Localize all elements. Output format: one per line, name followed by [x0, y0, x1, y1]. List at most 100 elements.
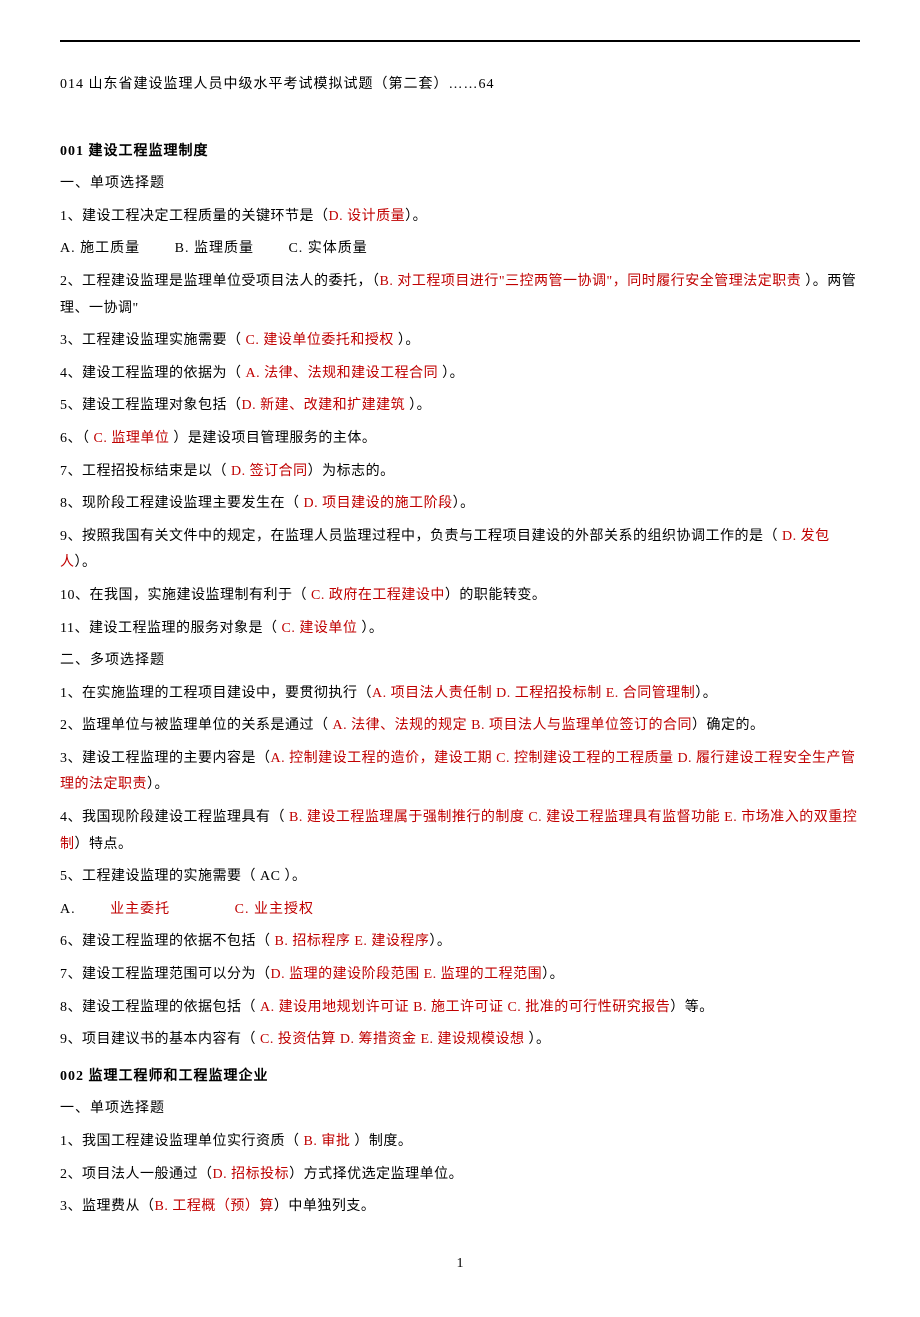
- s2-question-1: 1、我国工程建设监理单位实行资质（ B. 审批 ）制度。: [60, 1129, 860, 1156]
- multi-question-3: 3、建设工程监理的主要内容是（A. 控制建设工程的造价，建设工期 C. 控制建设…: [60, 746, 860, 799]
- s2q1-text: 1、我国工程建设监理单位实行资质（: [60, 1134, 304, 1149]
- multi-question-7: 7、建设工程监理范围可以分为（D. 监理的建设阶段范围 E. 监理的工程范围）。: [60, 962, 860, 989]
- q7-end: ）为标志的。: [308, 464, 395, 479]
- mq9-text: 9、项目建议书的基本内容有（: [60, 1032, 260, 1047]
- mq2-end: ）确定的。: [692, 718, 765, 733]
- toc-reference: 014 山东省建设监理人员中级水平考试模拟试题（第二套）……64: [60, 72, 860, 99]
- question-9: 9、按照我国有关文件中的规定，在监理人员监理过程中，负责与工程项目建设的外部关系…: [60, 524, 860, 577]
- q7-text: 7、工程招投标结束是以（: [60, 464, 231, 479]
- q1-text: 1、建设工程决定工程质量的关键环节是（: [60, 209, 329, 224]
- q2-answer: B. 对工程项目进行"三控两管一协调"，同时履行安全管理法定职责: [380, 274, 802, 289]
- q5-end: ）。: [405, 398, 431, 413]
- question-8: 8、现阶段工程建设监理主要发生在（ D. 项目建设的施工阶段）。: [60, 491, 860, 518]
- question-2: 2、工程建设监理是监理单位受项目法人的委托，（B. 对工程项目进行"三控两管一协…: [60, 269, 860, 322]
- mq1-answer: A. 项目法人责任制 D. 工程招投标制 E. 合同管理制: [372, 686, 695, 701]
- question-10: 10、在我国，实施建设监理制有利于（ C. 政府在工程建设中）的职能转变。: [60, 583, 860, 610]
- q9-end: ）。: [75, 555, 97, 570]
- q1-option-b: B. 监理质量: [175, 241, 254, 256]
- mq8-text: 8、建设工程监理的依据包括（: [60, 1000, 260, 1015]
- q8-text: 8、现阶段工程建设监理主要发生在（: [60, 496, 304, 511]
- mq4-text: 4、我国现阶段建设工程监理具有（: [60, 810, 289, 825]
- multi-question-9: 9、项目建议书的基本内容有（ C. 投资估算 D. 筹措资金 E. 建设规模设想…: [60, 1027, 860, 1054]
- mq5-options: A. 业主委托 C. 业主授权: [60, 897, 860, 924]
- s2-question-2: 2、项目法人一般通过（D. 招标投标）方式择优选定监理单位。: [60, 1162, 860, 1189]
- subsection-single-choice: 一、单项选择题: [60, 171, 860, 198]
- mq7-end: ）。: [542, 967, 564, 982]
- mq8-end: ）等。: [670, 1000, 714, 1015]
- section2-single-choice: 一、单项选择题: [60, 1096, 860, 1123]
- q8-end: ）。: [453, 496, 475, 511]
- q4-answer: A. 法律、法规和建设工程合同: [246, 366, 439, 381]
- s2q2-end: ）方式择优选定监理单位。: [289, 1167, 463, 1182]
- s2q1-answer: B. 审批: [304, 1134, 351, 1149]
- q3-text: 3、工程建设监理实施需要（: [60, 333, 246, 348]
- question-6: 6、（ C. 监理单位 ）是建设项目管理服务的主体。: [60, 426, 860, 453]
- multi-question-2: 2、监理单位与被监理单位的关系是通过（ A. 法律、法规的规定 B. 项目法人与…: [60, 713, 860, 740]
- mq1-text: 1、在实施监理的工程项目建设中，要贯彻执行（: [60, 686, 372, 701]
- question-1: 1、建设工程决定工程质量的关键环节是（D. 设计质量）。: [60, 204, 860, 231]
- q8-answer: D. 项目建设的施工阶段: [304, 496, 453, 511]
- mq1-end: ）。: [695, 686, 717, 701]
- mq2-text: 2、监理单位与被监理单位的关系是通过（: [60, 718, 333, 733]
- s2-question-3: 3、监理费从（B. 工程概（预）算）中单独列支。: [60, 1194, 860, 1221]
- mq2-answer: A. 法律、法规的规定 B. 项目法人与监理单位签订的合同: [333, 718, 692, 733]
- multi-question-6: 6、建设工程监理的依据不包括（ B. 招标程序 E. 建设程序）。: [60, 929, 860, 956]
- q5-answer: D. 新建、改建和扩建建筑: [242, 398, 406, 413]
- s2q3-text: 3、监理费从（: [60, 1199, 155, 1214]
- q1-option-c: C. 实体质量: [288, 241, 367, 256]
- mq5-text: 5、工程建设监理的实施需要（ AC ）。: [60, 869, 306, 884]
- q11-text: 11、建设工程监理的服务对象是（: [60, 621, 281, 636]
- mq6-text: 6、建设工程监理的依据不包括（: [60, 934, 275, 949]
- q7-answer: D. 签订合同: [231, 464, 308, 479]
- s2q3-answer: B. 工程概（预）算: [155, 1199, 274, 1214]
- q11-answer: C. 建设单位: [281, 621, 357, 636]
- s2q1-end: ）制度。: [350, 1134, 412, 1149]
- q4-text: 4、建设工程监理的依据为（: [60, 366, 246, 381]
- s2q3-end: ）中单独列支。: [274, 1199, 376, 1214]
- mq6-answer: B. 招标程序 E. 建设程序: [275, 934, 430, 949]
- q3-answer: C. 建设单位委托和授权: [246, 333, 394, 348]
- s2q2-text: 2、项目法人一般通过（: [60, 1167, 213, 1182]
- question-11: 11、建设工程监理的服务对象是（ C. 建设单位 ）。: [60, 616, 860, 643]
- question-7: 7、工程招投标结束是以（ D. 签订合同）为标志的。: [60, 459, 860, 486]
- q4-end: ）。: [438, 366, 464, 381]
- subsection-multi-choice: 二、多项选择题: [60, 648, 860, 675]
- question-4: 4、建设工程监理的依据为（ A. 法律、法规和建设工程合同 ）。: [60, 361, 860, 388]
- section-002-title: 002 监理工程师和工程监理企业: [60, 1064, 860, 1091]
- q6-end: ）是建设项目管理服务的主体。: [169, 431, 376, 446]
- mq4-end: ）特点。: [75, 837, 133, 852]
- q6-answer: C. 监理单位: [94, 431, 170, 446]
- question-3: 3、工程建设监理实施需要（ C. 建设单位委托和授权 ）。: [60, 328, 860, 355]
- q10-answer: C. 政府在工程建设中: [311, 588, 445, 603]
- mq7-answer: D. 监理的建设阶段范围 E. 监理的工程范围: [271, 967, 543, 982]
- q1-options: A. 施工质量 B. 监理质量 C. 实体质量: [60, 236, 860, 263]
- q3-end: ）。: [394, 333, 420, 348]
- multi-question-8: 8、建设工程监理的依据包括（ A. 建设用地规划许可证 B. 施工许可证 C. …: [60, 995, 860, 1022]
- multi-question-5: 5、工程建设监理的实施需要（ AC ）。: [60, 864, 860, 891]
- s2q2-answer: D. 招标投标: [213, 1167, 290, 1182]
- q2-text: 2、工程建设监理是监理单位受项目法人的委托，（: [60, 274, 380, 289]
- q10-text: 10、在我国，实施建设监理制有利于（: [60, 588, 311, 603]
- header-divider: [60, 40, 860, 42]
- q10-end: ）的职能转变。: [445, 588, 547, 603]
- question-5: 5、建设工程监理对象包括（D. 新建、改建和扩建建筑 ）。: [60, 393, 860, 420]
- multi-question-4: 4、我国现阶段建设工程监理具有（ B. 建设工程监理属于强制推行的制度 C. 建…: [60, 805, 860, 858]
- q11-end: ）。: [357, 621, 383, 636]
- multi-question-1: 1、在实施监理的工程项目建设中，要贯彻执行（A. 项目法人责任制 D. 工程招投…: [60, 681, 860, 708]
- mq5-option-c: C. 业主授权: [235, 902, 314, 917]
- mq8-answer: A. 建设用地规划许可证 B. 施工许可证 C. 批准的可行性研究报告: [260, 1000, 670, 1015]
- mq3-end: ）。: [147, 777, 169, 792]
- q1-option-a: A. 施工质量: [60, 241, 140, 256]
- q5-text: 5、建设工程监理对象包括（: [60, 398, 242, 413]
- mq6-end: ）。: [429, 934, 451, 949]
- page-number: 1: [60, 1251, 860, 1278]
- mq9-answer: C. 投资估算 D. 筹措资金 E. 建设规模设想: [260, 1032, 525, 1047]
- mq5-option-a: A. 业主委托: [60, 902, 200, 917]
- mq7-text: 7、建设工程监理范围可以分为（: [60, 967, 271, 982]
- mq9-end: ）。: [525, 1032, 551, 1047]
- mq3-text: 3、建设工程监理的主要内容是（: [60, 751, 271, 766]
- q6-text: 6、（: [60, 431, 94, 446]
- q9-text: 9、按照我国有关文件中的规定，在监理人员监理过程中，负责与工程项目建设的外部关系…: [60, 529, 782, 544]
- q1-answer: D. 设计质量: [329, 209, 406, 224]
- section-001-title: 001 建设工程监理制度: [60, 139, 860, 166]
